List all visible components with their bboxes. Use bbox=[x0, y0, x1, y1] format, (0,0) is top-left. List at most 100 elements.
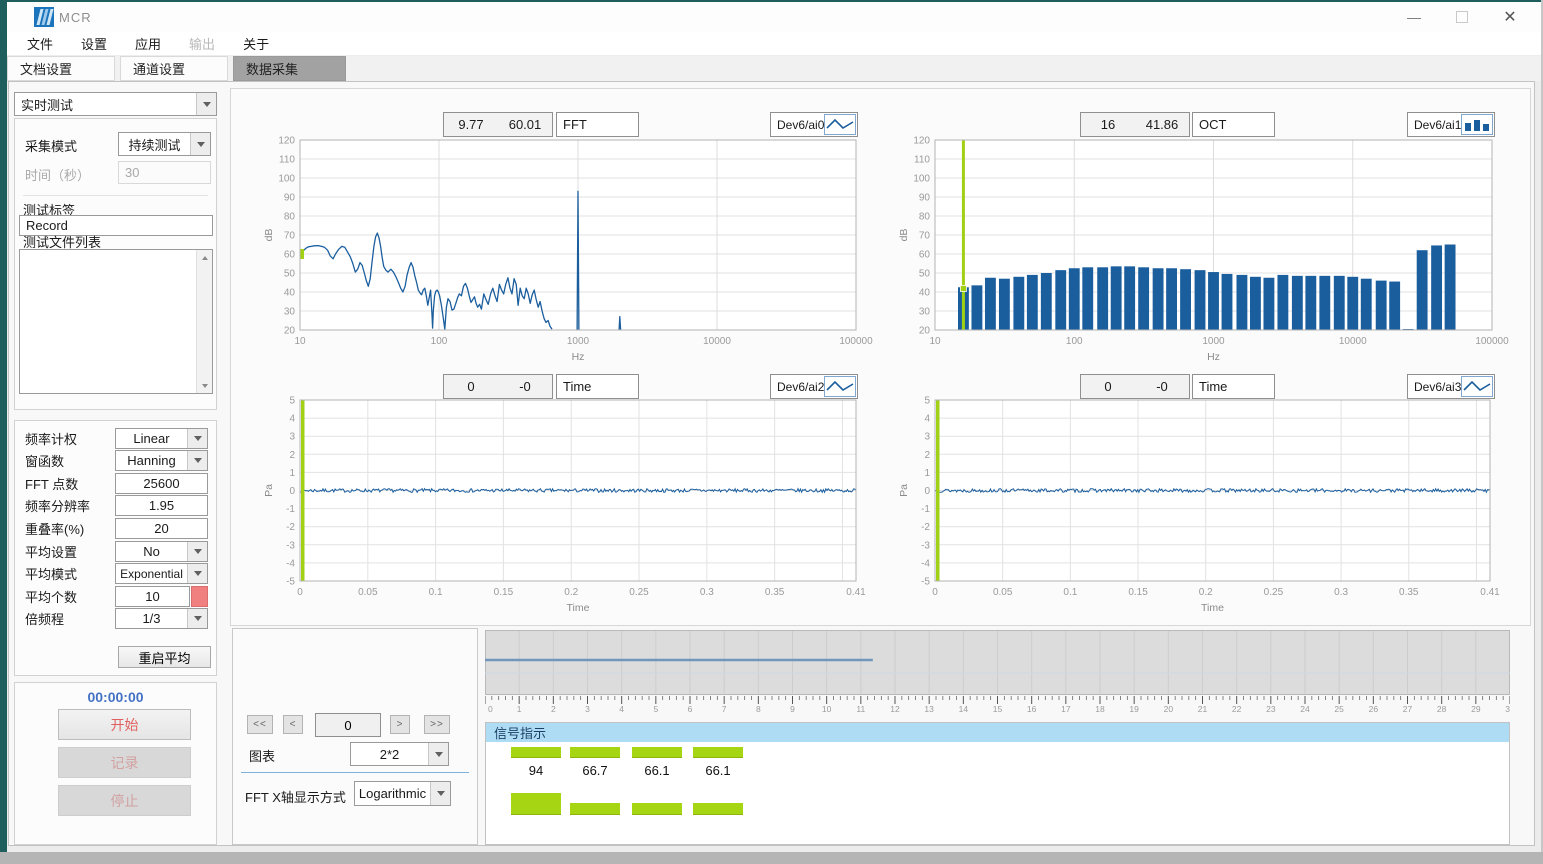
svg-text:10000: 10000 bbox=[703, 336, 731, 347]
param-row: 频率计权Linear bbox=[15, 428, 216, 449]
svg-text:0.1: 0.1 bbox=[1063, 587, 1077, 598]
param-select-0[interactable]: Linear bbox=[115, 428, 208, 449]
svg-text:17: 17 bbox=[1061, 704, 1071, 713]
svg-text:21: 21 bbox=[1198, 704, 1208, 713]
svg-text:18: 18 bbox=[1095, 704, 1105, 713]
chart-layout-select[interactable]: 2*2 bbox=[350, 742, 449, 766]
svg-text:3: 3 bbox=[585, 704, 590, 713]
param-value: 1/3 bbox=[116, 611, 187, 626]
svg-text:120: 120 bbox=[913, 136, 930, 147]
page-last-button[interactable]: >> bbox=[424, 715, 450, 734]
param-row: FFT 点数25600 bbox=[15, 473, 216, 494]
param-select-6[interactable]: Exponential bbox=[115, 563, 208, 584]
chevron-down-icon bbox=[187, 609, 207, 628]
page-next-button[interactable]: > bbox=[390, 715, 410, 734]
svg-text:3: 3 bbox=[924, 432, 930, 443]
scroll-down-icon[interactable] bbox=[197, 378, 212, 393]
svg-text:4: 4 bbox=[924, 414, 930, 425]
fft-axis-mode-value: Logarithmic bbox=[355, 786, 430, 801]
signal-indicator-panel: 信号指示 9466.766.166.1 bbox=[485, 722, 1510, 845]
oct-chart[interactable]: 2030405060708090100110120101001000100001… bbox=[897, 134, 1512, 372]
acq-mode-value: 持续测试 bbox=[119, 135, 190, 154]
scroll-up-icon[interactable] bbox=[197, 250, 212, 265]
cursor-y-value: 60.01 bbox=[498, 117, 552, 132]
record-button: 记录 bbox=[58, 747, 191, 778]
svg-text:30: 30 bbox=[1505, 704, 1510, 713]
chart-layout-label: 图表 bbox=[249, 746, 275, 765]
svg-text:90: 90 bbox=[919, 193, 931, 204]
chevron-down-icon bbox=[196, 93, 216, 115]
param-select-8[interactable]: 1/3 bbox=[115, 608, 208, 629]
svg-text:25: 25 bbox=[1334, 704, 1344, 713]
svg-text:10: 10 bbox=[294, 336, 306, 347]
test-files-listbox[interactable] bbox=[19, 249, 213, 394]
svg-text:0: 0 bbox=[932, 587, 938, 598]
close-button[interactable]: ✕ bbox=[1487, 2, 1533, 32]
param-label: 窗函数 bbox=[15, 451, 115, 470]
svg-text:0.25: 0.25 bbox=[1264, 587, 1284, 598]
svg-text:70: 70 bbox=[284, 231, 296, 242]
fft-axis-mode-select[interactable]: Logarithmic bbox=[354, 781, 451, 806]
svg-text:10: 10 bbox=[929, 336, 941, 347]
svg-text:2: 2 bbox=[289, 450, 295, 461]
svg-text:0.41: 0.41 bbox=[846, 587, 866, 598]
chevron-down-icon bbox=[187, 542, 207, 561]
svg-text:0.15: 0.15 bbox=[1128, 587, 1148, 598]
signal-level-value: 66.1 bbox=[693, 763, 743, 778]
svg-text:100000: 100000 bbox=[1475, 336, 1509, 347]
restart-average-button[interactable]: 重启平均 bbox=[118, 646, 211, 668]
svg-text:70: 70 bbox=[919, 231, 931, 242]
param-value: Exponential bbox=[116, 567, 187, 581]
param-select-5[interactable]: No bbox=[115, 541, 208, 562]
tab-2[interactable]: 通道设置 bbox=[120, 56, 228, 81]
tab-1[interactable]: 文档设置 bbox=[7, 56, 115, 81]
time2-chart[interactable]: -5-4-3-2-101234500.050.10.150.20.250.30.… bbox=[897, 394, 1510, 623]
signal-level-bar bbox=[511, 747, 561, 758]
svg-text:22: 22 bbox=[1232, 704, 1242, 713]
maximize-button[interactable] bbox=[1439, 2, 1485, 32]
param-input-2[interactable]: 25600 bbox=[115, 473, 208, 494]
svg-text:1000: 1000 bbox=[567, 336, 590, 347]
page-number-box[interactable]: 0 bbox=[315, 713, 381, 737]
menu-item[interactable]: 文件 bbox=[13, 34, 67, 53]
svg-text:50: 50 bbox=[919, 269, 931, 280]
svg-text:0.3: 0.3 bbox=[700, 587, 714, 598]
svg-text:1000: 1000 bbox=[1202, 336, 1225, 347]
param-input-3[interactable]: 1.95 bbox=[115, 495, 208, 516]
test-mode-select[interactable]: 实时测试 bbox=[14, 92, 217, 116]
param-input-7[interactable]: 10 bbox=[115, 586, 190, 607]
tab-3[interactable]: 数据采集 bbox=[233, 56, 346, 81]
param-value: Linear bbox=[116, 431, 187, 446]
page-prev-button[interactable]: < bbox=[283, 715, 303, 734]
param-input-4[interactable]: 20 bbox=[115, 518, 208, 539]
svg-text:19: 19 bbox=[1129, 704, 1139, 713]
svg-text:Hz: Hz bbox=[1207, 351, 1220, 363]
app-window: MCR — ✕ 文件设置应用输出关于 文档设置通道设置数据采集 实时测试 采集模… bbox=[0, 0, 1543, 864]
start-button[interactable]: 开始 bbox=[58, 709, 191, 740]
svg-text:4: 4 bbox=[289, 414, 295, 425]
svg-text:20: 20 bbox=[284, 326, 296, 337]
record-timeline[interactable]: 0123456789101112131415161718192021222324… bbox=[485, 630, 1510, 713]
menu-item[interactable]: 关于 bbox=[229, 34, 283, 53]
svg-text:0.2: 0.2 bbox=[1199, 587, 1213, 598]
fft-chart[interactable]: 2030405060708090100110120101001000100001… bbox=[262, 134, 876, 372]
signal-level-value: 66.1 bbox=[632, 763, 682, 778]
svg-text:8: 8 bbox=[756, 704, 761, 713]
minimize-button[interactable]: — bbox=[1391, 2, 1437, 32]
svg-text:14: 14 bbox=[959, 704, 969, 713]
cursor-x-value: 16 bbox=[1081, 117, 1135, 132]
time1-chart[interactable]: -5-4-3-2-101234500.050.10.150.20.250.30.… bbox=[262, 394, 876, 623]
menubar: 文件设置应用输出关于 bbox=[7, 32, 1541, 56]
menu-item[interactable]: 设置 bbox=[67, 34, 121, 53]
svg-text:0.05: 0.05 bbox=[993, 587, 1013, 598]
page-first-button[interactable]: << bbox=[247, 715, 273, 734]
acq-mode-select[interactable]: 持续测试 bbox=[118, 132, 211, 156]
menu-item[interactable]: 应用 bbox=[121, 34, 175, 53]
bar-icon bbox=[1461, 114, 1493, 135]
param-select-1[interactable]: Hanning bbox=[115, 450, 208, 471]
svg-text:0.35: 0.35 bbox=[1399, 587, 1419, 598]
signal-panel-header: 信号指示 bbox=[486, 723, 1509, 742]
svg-text:-5: -5 bbox=[286, 577, 295, 588]
chevron-down-icon bbox=[187, 429, 207, 448]
listbox-scrollbar[interactable] bbox=[196, 250, 212, 393]
